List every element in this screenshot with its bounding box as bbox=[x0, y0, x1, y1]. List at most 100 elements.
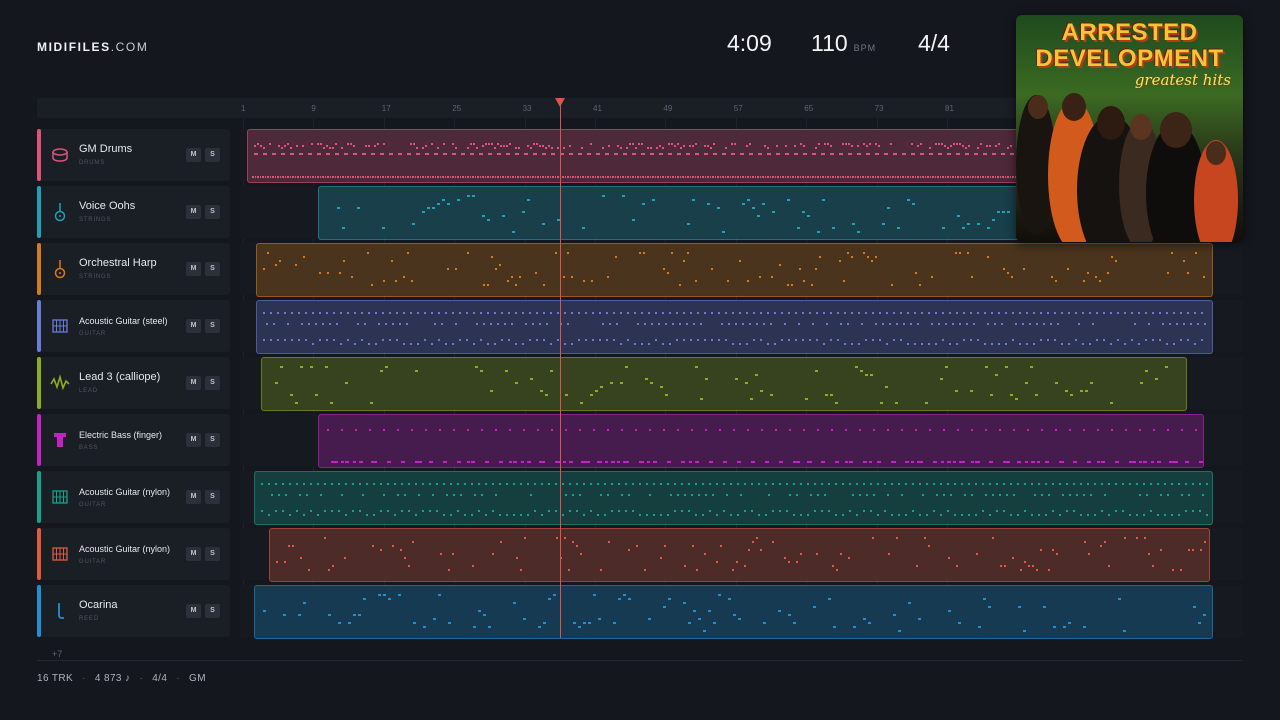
midi-note bbox=[521, 211, 525, 213]
midi-note bbox=[1043, 606, 1047, 608]
midi-note bbox=[669, 312, 672, 314]
midi-note bbox=[1068, 622, 1072, 624]
midi-note bbox=[991, 343, 994, 345]
solo-button[interactable]: S bbox=[205, 262, 220, 276]
midi-note bbox=[448, 569, 451, 571]
midi-note bbox=[522, 312, 525, 314]
midi-note bbox=[777, 176, 779, 178]
mute-button[interactable]: M bbox=[186, 205, 201, 219]
mute-button[interactable]: M bbox=[186, 148, 201, 162]
midi-clip[interactable] bbox=[260, 357, 1187, 411]
mute-button[interactable]: M bbox=[186, 433, 201, 447]
midi-note bbox=[380, 483, 383, 485]
midi-note bbox=[598, 461, 602, 463]
solo-button[interactable]: S bbox=[205, 433, 220, 447]
midi-note bbox=[556, 537, 559, 539]
solo-button[interactable]: S bbox=[205, 547, 220, 561]
mute-button[interactable]: M bbox=[186, 490, 201, 504]
playhead-marker[interactable] bbox=[554, 98, 565, 107]
track-header[interactable]: GM Drums DRUMS M S bbox=[37, 129, 230, 181]
more-tracks-indicator[interactable]: +7 bbox=[52, 649, 62, 659]
midi-note bbox=[928, 429, 931, 431]
solo-button[interactable]: S bbox=[205, 604, 220, 618]
midi-note bbox=[576, 545, 579, 547]
midi-clip[interactable] bbox=[256, 243, 1213, 297]
track-header[interactable]: Ocarina REED M S bbox=[37, 585, 230, 637]
track-header[interactable]: Voice Oohs STRINGS M S bbox=[37, 186, 230, 238]
track-header[interactable]: Electric Bass (finger) BASS M S bbox=[37, 414, 230, 466]
midi-note bbox=[948, 610, 952, 612]
midi-note bbox=[1078, 323, 1081, 325]
midi-note bbox=[868, 461, 872, 463]
midi-note bbox=[842, 483, 845, 485]
midi-note bbox=[472, 176, 474, 178]
midi-note bbox=[340, 343, 343, 345]
solo-button[interactable]: S bbox=[205, 205, 220, 219]
midi-note bbox=[382, 429, 385, 431]
midi-note bbox=[1026, 429, 1029, 431]
midi-note bbox=[609, 323, 612, 325]
midi-note bbox=[1034, 394, 1038, 396]
midi-note bbox=[858, 312, 861, 314]
midi-note bbox=[554, 176, 557, 178]
midi-note bbox=[403, 343, 406, 345]
solo-button[interactable]: S bbox=[205, 148, 220, 162]
midi-note bbox=[815, 147, 818, 149]
midi-note bbox=[354, 312, 357, 314]
midi-clip[interactable] bbox=[269, 528, 1211, 582]
solo-button[interactable]: S bbox=[205, 376, 220, 390]
solo-button[interactable]: S bbox=[205, 490, 220, 504]
midi-note bbox=[599, 339, 602, 341]
midi-note bbox=[865, 312, 868, 314]
track-header[interactable]: Lead 3 (calliope) LEAD M S bbox=[37, 357, 230, 409]
track-header[interactable]: Acoustic Guitar (nylon) GUITAR M S bbox=[37, 471, 230, 523]
midi-note bbox=[1107, 272, 1110, 274]
midi-note bbox=[374, 145, 377, 147]
midi-note bbox=[999, 176, 1002, 178]
track-category: GUITAR bbox=[79, 331, 107, 337]
midi-note bbox=[924, 176, 927, 178]
midi-note bbox=[552, 176, 554, 178]
track-header[interactable]: Orchestral Harp STRINGS M S bbox=[37, 243, 230, 295]
midi-note bbox=[1013, 494, 1016, 496]
midi-note bbox=[973, 323, 976, 325]
track-header[interactable]: Acoustic Guitar (nylon) GUITAR M S bbox=[37, 528, 230, 580]
track-header[interactable]: Acoustic Guitar (steel) GUITAR M S bbox=[37, 300, 230, 352]
midi-note bbox=[801, 211, 805, 213]
playhead[interactable] bbox=[559, 98, 561, 638]
midi-note bbox=[688, 461, 692, 463]
midi-note bbox=[413, 143, 416, 145]
midi-note bbox=[752, 176, 754, 178]
midi-note bbox=[760, 429, 763, 431]
mute-button[interactable]: M bbox=[186, 547, 201, 561]
midi-note bbox=[744, 565, 747, 567]
midi-note bbox=[1017, 483, 1020, 485]
midi-note bbox=[598, 618, 602, 620]
midi-clip[interactable] bbox=[256, 300, 1213, 354]
midi-note bbox=[702, 176, 704, 178]
midi-note bbox=[371, 153, 376, 155]
mute-button[interactable]: M bbox=[186, 376, 201, 390]
midi-clip[interactable] bbox=[317, 414, 1205, 468]
midi-note bbox=[1201, 312, 1204, 314]
midi-note bbox=[875, 153, 880, 155]
midi-note bbox=[667, 176, 669, 178]
mute-button[interactable]: M bbox=[186, 262, 201, 276]
midi-note bbox=[807, 514, 810, 516]
midi-note bbox=[753, 312, 756, 314]
midi-note bbox=[794, 153, 799, 155]
midi-note bbox=[428, 461, 433, 463]
midi-note bbox=[1090, 494, 1093, 496]
mute-button[interactable]: M bbox=[186, 319, 201, 333]
song-duration: 4:09 bbox=[727, 30, 772, 56]
midi-note bbox=[899, 176, 902, 178]
midi-note bbox=[436, 510, 439, 512]
midi-note bbox=[929, 153, 934, 155]
midi-note bbox=[680, 147, 683, 149]
mute-button[interactable]: M bbox=[186, 604, 201, 618]
midi-note bbox=[1109, 402, 1113, 404]
midi-note bbox=[945, 323, 948, 325]
midi-clip[interactable] bbox=[254, 471, 1213, 525]
solo-button[interactable]: S bbox=[205, 319, 220, 333]
midi-clip[interactable] bbox=[254, 585, 1213, 639]
